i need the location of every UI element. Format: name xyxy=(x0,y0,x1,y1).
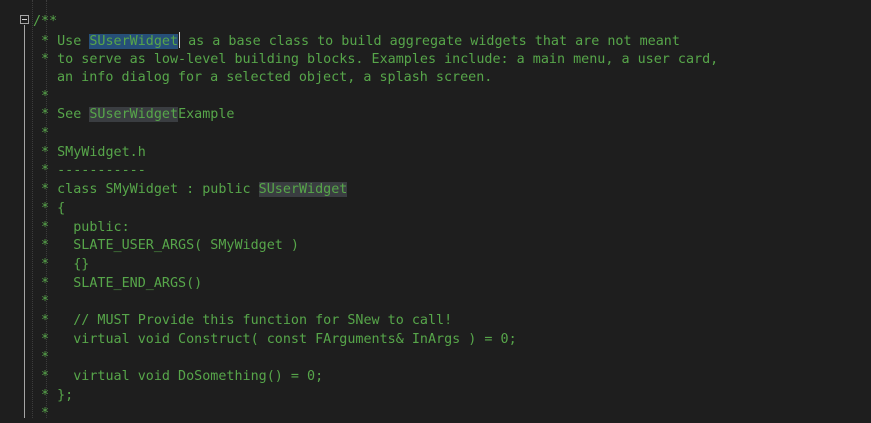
code-line-8[interactable]: * SMyWidget.h xyxy=(41,144,146,162)
code-editor[interactable]: /** * Use SUserWidget as a base class to… xyxy=(0,0,871,421)
code-line-5[interactable]: * xyxy=(41,88,49,106)
code-line-14[interactable]: * {} xyxy=(41,256,89,274)
code-line-3[interactable]: * to serve as low-level building blocks.… xyxy=(41,51,718,69)
code-line-1[interactable]: /** xyxy=(33,13,57,31)
indent-guide xyxy=(32,0,33,418)
code-line-13[interactable]: * SLATE_USER_ARGS( SMyWidget ) xyxy=(41,237,299,255)
code-line-7[interactable]: * xyxy=(41,125,49,143)
collapse-minus-icon[interactable] xyxy=(20,15,29,24)
code-line-19[interactable]: * xyxy=(41,349,49,367)
code-line-9[interactable]: * ----------- xyxy=(41,162,146,180)
code-line-17[interactable]: * // MUST Provide this function for SNew… xyxy=(41,312,452,330)
code-line-10[interactable]: * class SMyWidget : public SUserWidget xyxy=(41,181,348,199)
code-line-15[interactable]: * SLATE_END_ARGS() xyxy=(41,275,202,293)
highlighted-identifier[interactable]: SUserWidget xyxy=(89,107,179,122)
highlighted-identifier[interactable]: SUserWidget xyxy=(258,182,348,197)
code-line-11[interactable]: * { xyxy=(41,200,65,218)
code-line-18[interactable]: * virtual void Construct( const FArgumen… xyxy=(41,331,517,349)
code-line-6[interactable]: * See SUserWidgetExample xyxy=(41,106,235,124)
code-line-2[interactable]: * Use SUserWidget as a base class to bui… xyxy=(41,32,680,50)
code-line-21[interactable]: * }; xyxy=(41,387,73,405)
selected-identifier[interactable]: SUserWidget xyxy=(89,34,179,49)
code-line-22[interactable]: * xyxy=(41,405,49,423)
code-line-4[interactable]: an info dialog for a selected object, a … xyxy=(41,69,492,87)
code-line-12[interactable]: * public: xyxy=(41,219,130,237)
code-line-16[interactable]: * xyxy=(41,293,49,311)
code-line-20[interactable]: * virtual void DoSomething() = 0; xyxy=(41,368,323,386)
fold-region-line xyxy=(24,25,25,418)
